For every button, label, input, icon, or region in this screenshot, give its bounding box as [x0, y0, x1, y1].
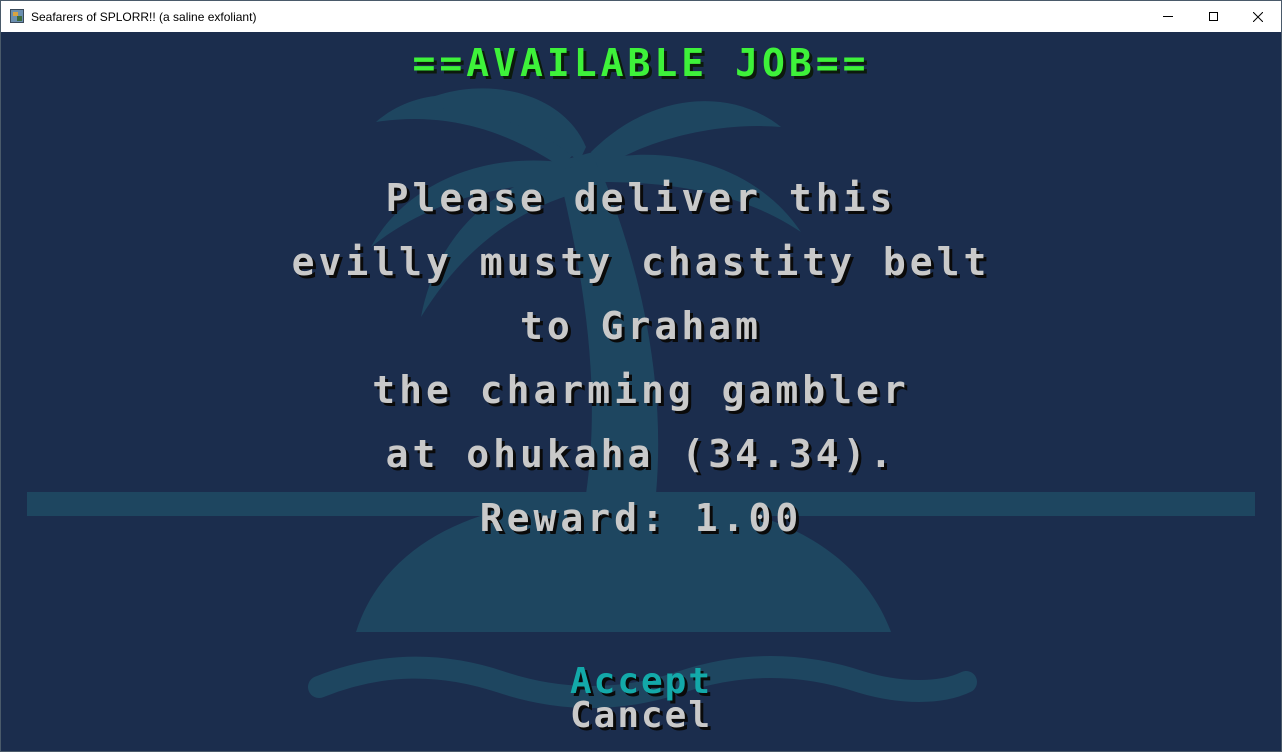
accept-button[interactable]: Accept	[1, 664, 1281, 700]
close-button[interactable]	[1235, 1, 1281, 32]
screen-heading: ==AVAILABLE JOB==	[412, 41, 870, 85]
minimize-button[interactable]	[1145, 1, 1191, 32]
message-line: the charming gambler	[372, 368, 910, 412]
job-message: Please deliver this evilly musty chastit…	[1, 166, 1281, 550]
close-icon	[1253, 11, 1263, 22]
message-line: at ohukaha (34.34).	[385, 432, 897, 476]
window-title: Seafarers of SPLORR!! (a saline exfolian…	[31, 10, 257, 24]
maximize-button[interactable]	[1190, 1, 1236, 32]
reward-line: Reward: 1.00	[479, 496, 803, 540]
app-icon	[10, 9, 24, 23]
maximize-icon	[1208, 12, 1218, 21]
cancel-button[interactable]: Cancel	[1, 698, 1281, 734]
title-bar[interactable]: Seafarers of SPLORR!! (a saline exfolian…	[1, 1, 1281, 32]
game-screen: ==AVAILABLE JOB== Please deliver this ev…	[1, 32, 1281, 751]
game-window: Seafarers of SPLORR!! (a saline exfolian…	[0, 0, 1282, 752]
message-line: Please deliver this	[385, 176, 897, 220]
choice-menu: Accept Cancel	[1, 664, 1281, 734]
message-line: to Graham	[520, 304, 762, 348]
message-line: evilly musty chastity belt	[291, 240, 991, 284]
minimize-icon	[1163, 16, 1173, 17]
